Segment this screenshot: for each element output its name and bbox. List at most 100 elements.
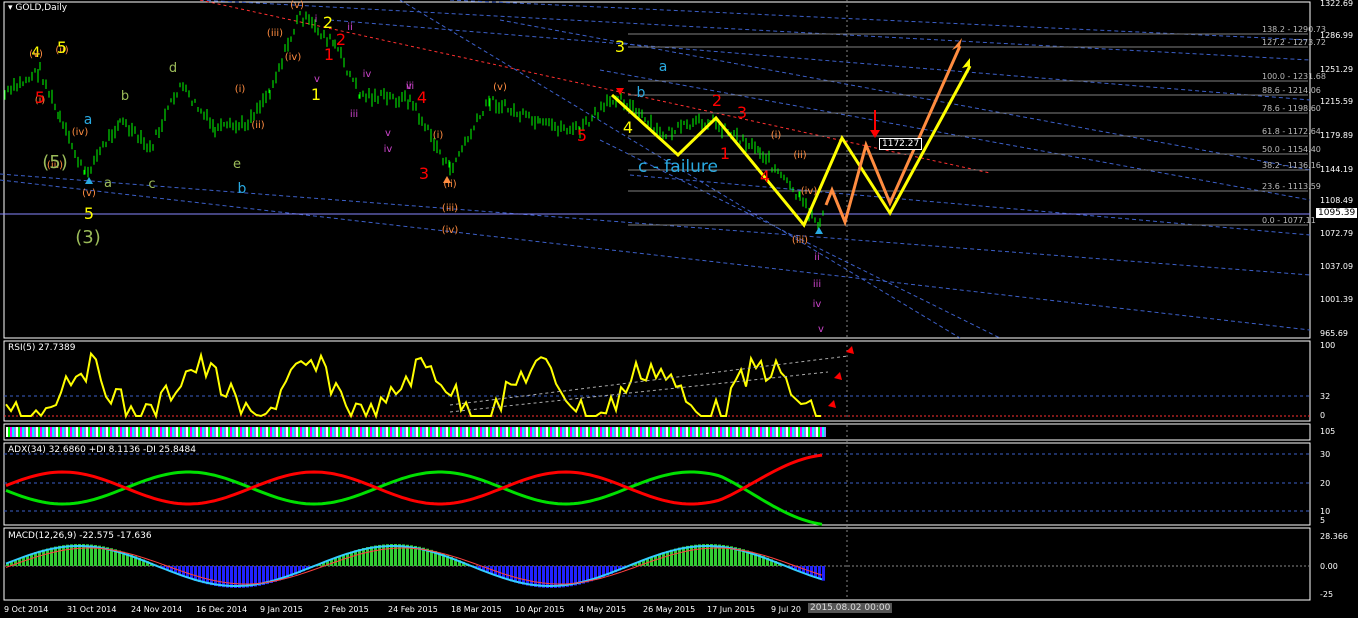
strip-cell bbox=[198, 427, 200, 437]
macd-histogram-bar bbox=[82, 544, 85, 566]
strip-cell bbox=[318, 427, 320, 437]
wave-label: 3 bbox=[615, 37, 625, 56]
strip-cell bbox=[288, 427, 290, 437]
chart-canvas[interactable]: 138.2 - 1290.73 127.2 - 1273.72 100.0 - 12… bbox=[0, 0, 1358, 618]
strip-cell bbox=[718, 427, 720, 437]
strip-cell bbox=[124, 427, 126, 437]
strip-cell bbox=[184, 427, 186, 437]
fib-label: 61.8 - 1172.64 bbox=[1262, 127, 1321, 136]
strip-cell bbox=[10, 427, 12, 437]
macd-histogram-bar bbox=[686, 545, 689, 566]
strip-cell bbox=[790, 427, 792, 437]
wave-label: 5 bbox=[577, 126, 587, 145]
strip-cell bbox=[12, 427, 14, 437]
strip-cell bbox=[492, 427, 494, 437]
strip-cell bbox=[320, 427, 322, 437]
strip-cell bbox=[180, 427, 182, 437]
strip-cell bbox=[94, 427, 96, 437]
strip-cell bbox=[324, 427, 326, 437]
macd-histogram-bar bbox=[530, 566, 533, 587]
strip-cell bbox=[68, 427, 70, 437]
wave-label: b bbox=[637, 85, 646, 101]
strip-cell bbox=[744, 427, 746, 437]
wave-label: ii bbox=[347, 22, 353, 33]
strip-cell bbox=[698, 427, 700, 437]
strip-cell bbox=[212, 427, 214, 437]
trendline bbox=[329, 19, 1311, 101]
strip-cell bbox=[670, 427, 672, 437]
strip-cell bbox=[224, 427, 226, 437]
wave-label: v bbox=[818, 324, 824, 335]
macd-histogram-bar bbox=[374, 545, 377, 566]
wave-label: 1 bbox=[311, 85, 321, 104]
strip-cell bbox=[298, 427, 300, 437]
strip-cell bbox=[186, 427, 188, 437]
strip-cell bbox=[220, 427, 222, 437]
strip-cell bbox=[14, 427, 16, 437]
strip-cell bbox=[134, 427, 136, 437]
wave-label: d bbox=[169, 61, 177, 76]
strip-cell bbox=[302, 427, 304, 437]
strip-cell bbox=[680, 427, 682, 437]
strip-cell bbox=[742, 427, 744, 437]
strip-cell bbox=[352, 427, 354, 437]
time-tick: 24 Nov 2014 bbox=[131, 605, 182, 614]
wave-label: b bbox=[121, 89, 129, 104]
strip-cell bbox=[748, 427, 750, 437]
strip-cell bbox=[806, 427, 808, 437]
marker-price-label: 1172.27 bbox=[879, 138, 923, 150]
strip-cell bbox=[400, 427, 402, 437]
strip-cell bbox=[20, 427, 22, 437]
strip-cell bbox=[112, 427, 114, 437]
strip-cell bbox=[624, 427, 626, 437]
strip-cell bbox=[484, 427, 486, 437]
strip-cell bbox=[552, 427, 554, 437]
price-tick: 1072.79 bbox=[1320, 229, 1353, 238]
strip-cell bbox=[316, 427, 318, 437]
macd-histogram-bar bbox=[234, 566, 237, 588]
strip-cell bbox=[428, 427, 430, 437]
strip-cell bbox=[488, 427, 490, 437]
strip-cell bbox=[292, 427, 294, 437]
strip-cell bbox=[168, 427, 170, 437]
strip-cell bbox=[276, 427, 278, 437]
rsi-tick: 32 bbox=[1320, 392, 1330, 401]
strip-cell bbox=[154, 427, 156, 437]
macd-histogram-bar bbox=[358, 549, 361, 566]
strip-cell bbox=[816, 427, 818, 437]
strip-cell bbox=[36, 427, 38, 437]
wave-label: (v) bbox=[493, 82, 507, 93]
strip-cell bbox=[376, 427, 378, 437]
strip-cell bbox=[380, 427, 382, 437]
strip-cell bbox=[166, 427, 168, 437]
macd-histogram-bar bbox=[710, 544, 713, 566]
strip-cell bbox=[78, 427, 80, 437]
rsi-trendline bbox=[449, 371, 829, 413]
projection-orange bbox=[824, 45, 962, 227]
strip-cell bbox=[366, 427, 368, 437]
strip-cell bbox=[264, 427, 266, 437]
strip-cell bbox=[724, 427, 726, 437]
strip-cell bbox=[598, 427, 600, 437]
price-bars bbox=[4, 11, 824, 232]
strip-cell bbox=[158, 427, 160, 437]
strip-cell bbox=[410, 427, 412, 437]
strip-cell bbox=[344, 427, 346, 437]
macd-histogram-bar bbox=[58, 545, 61, 566]
strip-cell bbox=[244, 427, 246, 437]
strip-cell bbox=[52, 427, 54, 437]
strip-cell bbox=[414, 427, 416, 437]
strip-cell bbox=[126, 427, 128, 437]
macd-histogram-bar bbox=[238, 566, 241, 588]
time-tick: 18 Mar 2015 bbox=[451, 605, 502, 614]
strip-cell bbox=[90, 427, 92, 437]
strip-cell bbox=[174, 427, 176, 437]
macd-histogram-bar bbox=[394, 544, 397, 566]
strip-cell bbox=[82, 427, 84, 437]
strip-cell bbox=[522, 427, 524, 437]
wave-label: a bbox=[104, 176, 112, 191]
strip-cell bbox=[358, 427, 360, 437]
strip-cell bbox=[608, 427, 610, 437]
strip-cell bbox=[432, 427, 434, 437]
strip-cell bbox=[210, 427, 212, 437]
